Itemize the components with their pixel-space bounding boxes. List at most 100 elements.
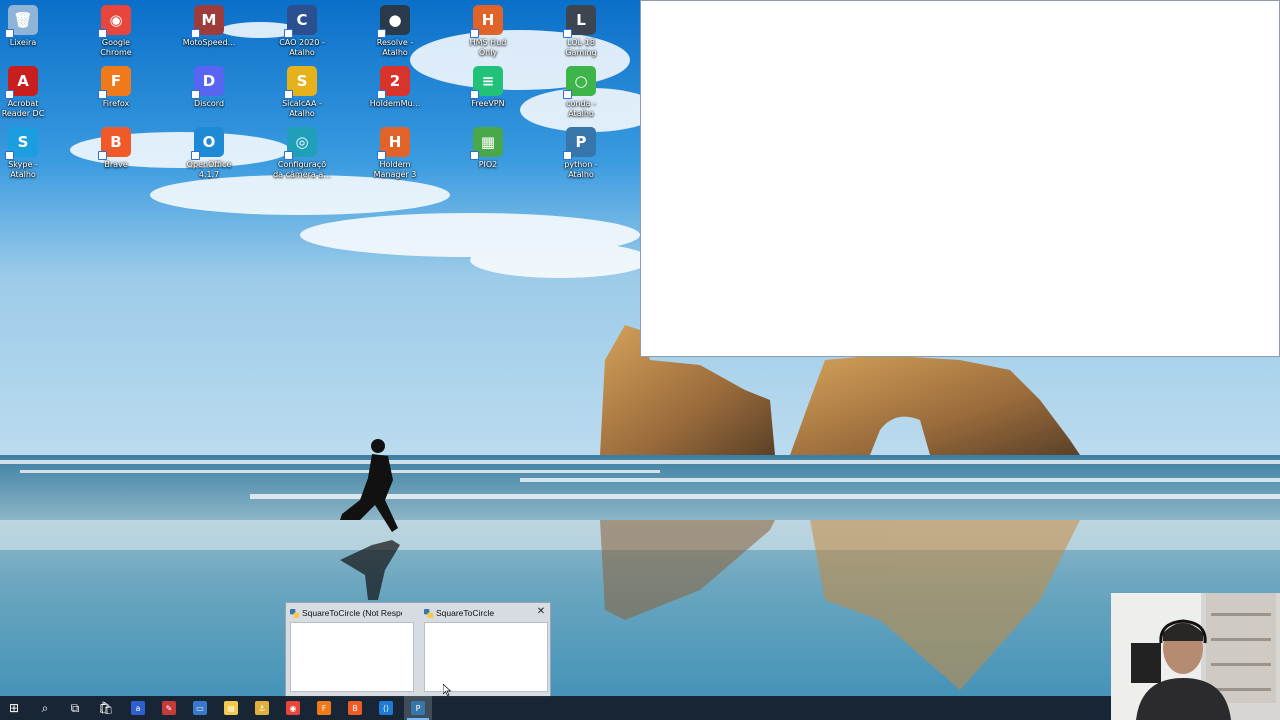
desktop-icon-label: HoldemMu... <box>369 99 421 108</box>
desktop-icon-label: PIO2 <box>478 160 498 169</box>
thumbnail-not-responding[interactable]: SquareToCircle (Not Respondi... <box>286 603 416 697</box>
desktop-icon-label: Brave <box>104 160 128 169</box>
thumbnail-squaretocircle[interactable]: SquareToCircle ✕ <box>420 603 550 697</box>
desktop-icon[interactable]: ▦ PIO2 <box>456 127 520 170</box>
taskbar-button[interactable]: ⧉ <box>61 696 89 720</box>
shortcut-icon: ◉ <box>98 5 131 38</box>
desktop-icon-label: OpenOffice 4.1.7 <box>186 160 232 179</box>
taskbar-button[interactable]: ▭ <box>186 696 214 720</box>
desktop-icon[interactable]: B Brave <box>84 127 148 170</box>
taskbar-button[interactable]: ⚓ <box>248 696 276 720</box>
desktop-icon[interactable]: M MotoSpeed... <box>177 5 241 48</box>
taskbar-button[interactable]: B <box>341 696 369 720</box>
desktop-icon-label: HMS Hud Only <box>469 38 507 57</box>
start-icon: ⊞ <box>8 701 20 715</box>
shortcut-icon: F <box>98 66 131 99</box>
shortcut-icon: C <box>284 5 317 38</box>
taskbar-button[interactable]: P <box>404 696 432 720</box>
shortcut-icon: P <box>563 127 596 160</box>
taskbar-button[interactable]: ⌕ <box>31 696 59 720</box>
photoshop-like-icon: ✎ <box>162 701 176 715</box>
desktop-icon[interactable]: 2 HoldemMu... <box>363 66 427 109</box>
desktop-icon[interactable]: S SicalcAA - Atalho <box>270 66 334 119</box>
desktop-icon[interactable]: S Skype - Atalho <box>0 127 55 180</box>
desktop-icon-label: CAO 2020 - Atalho <box>279 38 325 57</box>
desktop-icon-label: Lixeira <box>9 38 37 47</box>
desktop-icon-label: python - Atalho <box>564 160 598 179</box>
anchor-icon: ⚓ <box>255 701 269 715</box>
desktop-icon[interactable]: ● Resolve - Atalho <box>363 5 427 58</box>
task-view-icon: ⧉ <box>70 700 80 715</box>
thumbnail-title: SquareToCircle (Not Respondi... <box>302 608 402 618</box>
thumbnail-title: SquareToCircle <box>436 608 495 618</box>
desktop-icon-label: Google Chrome <box>100 38 132 57</box>
desktop-icon-label: LOL-18 Gaming <box>565 38 597 57</box>
desktop-icon[interactable]: ≡ FreeVPN <box>456 66 520 109</box>
shortcut-icon: ● <box>377 5 410 38</box>
desktop-icon[interactable]: O OpenOffice 4.1.7 <box>177 127 241 180</box>
taskbar-button[interactable]: F <box>310 696 338 720</box>
desktop-icon[interactable]: 🗑 Lixeira <box>0 5 55 48</box>
desktop-icon[interactable]: Ppython - Atalho <box>549 127 613 180</box>
desktop-icon[interactable]: ◎ Configuraçõ da câmera a... <box>270 127 334 180</box>
taskbar-button[interactable]: ⟨⟩ <box>372 696 400 720</box>
taskbar-thumbnail-popup: SquareToCircle (Not Respondi... SquareTo… <box>285 602 551 698</box>
shortcut-icon: 2 <box>377 66 410 99</box>
desktop-icon-label: Holdem Manager 3 <box>373 160 417 179</box>
desktop-icon[interactable]: ◉ Google Chrome <box>84 5 148 58</box>
webcam-overlay <box>1111 593 1280 720</box>
desktop-icon-label: Discord <box>193 99 225 108</box>
taskbar-button[interactable]: ✎ <box>155 696 183 720</box>
desktop-icon-label: Skype - Atalho <box>8 160 38 179</box>
desktop-icon[interactable]: ○ conda - Atalho <box>549 66 613 119</box>
desktop-icon-label: Resolve - Atalho <box>376 38 414 57</box>
desktop-icon[interactable]: C CAO 2020 - Atalho <box>270 5 334 58</box>
python-icon: P <box>411 701 425 715</box>
shortcut-icon: H <box>377 127 410 160</box>
desktop-icon-label: Firefox <box>102 99 130 108</box>
thumbnail-preview[interactable] <box>424 622 548 692</box>
desktop-icon[interactable]: F Firefox <box>84 66 148 109</box>
desktop-icon-label: FreeVPN <box>471 99 505 108</box>
desktop-icon[interactable]: L LOL-18 Gaming <box>549 5 613 58</box>
desktop-icon[interactable]: H HMS Hud Only <box>456 5 520 58</box>
desktop-icon-label: MotoSpeed... <box>182 38 236 47</box>
store-icon: 🛍 <box>98 701 114 715</box>
shortcut-icon: A <box>5 66 38 99</box>
shortcut-icon: 🗑 <box>5 5 38 38</box>
desktop-icon-label: Acrobat Reader DC <box>1 99 45 118</box>
taskbar-button[interactable]: ⊞ <box>0 696 28 720</box>
chrome-icon: ◉ <box>286 701 300 715</box>
desktop-icon-label: Configuraçõ da câmera a... <box>273 160 331 179</box>
a-app-icon: a <box>131 701 145 715</box>
shortcut-icon: ≡ <box>470 66 503 99</box>
taskbar-button[interactable]: 🛍 <box>92 696 120 720</box>
thumbnail-title-bar: SquareToCircle (Not Respondi... <box>290 606 402 620</box>
taskbar: ⊞ ⌕ ⧉ 🛍 a ✎ ▭ ▤ ⚓ ◉ F B ⟨⟩ P <box>0 696 1280 720</box>
desktop-icon[interactable]: H Holdem Manager 3 <box>363 127 427 180</box>
desktop-icon-label: SicalcAA - Atalho <box>282 99 322 118</box>
file-explorer-icon: ▤ <box>224 701 238 715</box>
desktop-icon[interactable]: D Discord <box>177 66 241 109</box>
taskbar-button[interactable]: a <box>124 696 152 720</box>
python-icon <box>290 608 299 618</box>
window-app-icon: ▭ <box>193 701 207 715</box>
shortcut-icon: D <box>191 66 224 99</box>
shortcut-icon: B <box>98 127 131 160</box>
mouse-cursor-icon <box>443 684 451 696</box>
shortcut-icon: S <box>5 127 38 160</box>
shortcut-icon: ▦ <box>470 127 503 160</box>
squaretocircle-window[interactable] <box>640 0 1280 357</box>
taskbar-button[interactable]: ▤ <box>217 696 245 720</box>
desktop-icon-label: conda - Atalho <box>566 99 596 118</box>
taskbar-button[interactable]: ◉ <box>279 696 307 720</box>
brave-icon: B <box>348 701 362 715</box>
shortcut-icon: S <box>284 66 317 99</box>
shortcut-icon: H <box>470 5 503 38</box>
shortcut-icon: L <box>563 5 596 38</box>
vscode-icon: ⟨⟩ <box>379 701 393 715</box>
shortcut-icon: O <box>191 127 224 160</box>
thumbnail-preview[interactable] <box>290 622 414 692</box>
desktop-icon[interactable]: A Acrobat Reader DC <box>0 66 55 119</box>
close-icon[interactable]: ✕ <box>535 605 547 619</box>
